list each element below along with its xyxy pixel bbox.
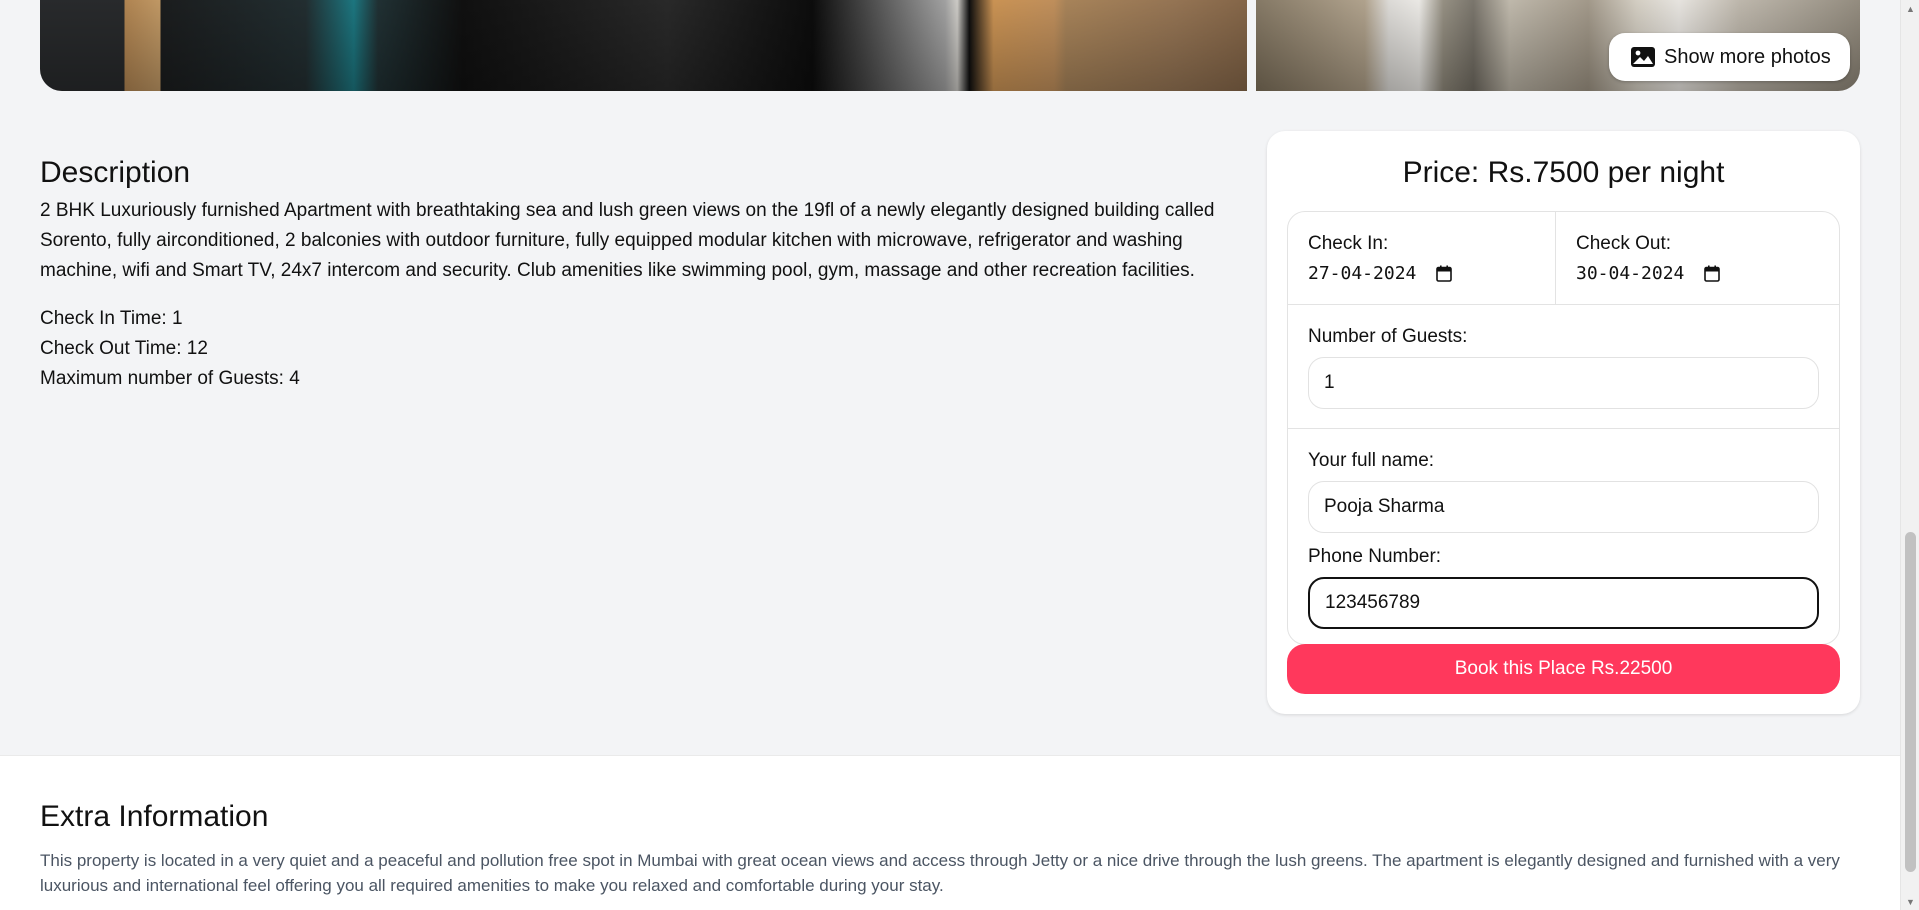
dates-row: Check In: 27-04-2024 Check Out: 30-04-20… bbox=[1288, 212, 1839, 305]
phone-label: Phone Number: bbox=[1308, 546, 1442, 567]
check-out-date-value: 30-04-2024 bbox=[1576, 263, 1685, 284]
extra-information-section: Extra Information This property is locat… bbox=[0, 755, 1900, 910]
side-photo[interactable]: Show more photos bbox=[1256, 0, 1860, 91]
check-in-date-input[interactable]: 27-04-2024 bbox=[1308, 263, 1555, 284]
stay-facts: Check In Time: 1 Check Out Time: 12 Maxi… bbox=[40, 304, 1250, 394]
show-more-photos-button[interactable]: Show more photos bbox=[1609, 33, 1850, 81]
guests-row: Number of Guests: bbox=[1288, 305, 1839, 429]
page-scrollbar[interactable]: ▲ ▼ bbox=[1900, 0, 1919, 910]
check-out-label: Check Out: bbox=[1576, 233, 1672, 254]
scroll-up-arrow[interactable]: ▲ bbox=[1901, 0, 1919, 17]
check-out-cell: Check Out: 30-04-2024 bbox=[1556, 212, 1839, 305]
guests-label: Number of Guests: bbox=[1308, 326, 1468, 347]
booking-form: Check In: 27-04-2024 Check Out: 30-04-20… bbox=[1287, 211, 1840, 645]
full-name-label: Your full name: bbox=[1308, 450, 1435, 471]
check-in-label: Check In: bbox=[1308, 233, 1389, 254]
max-guests: Maximum number of Guests: 4 bbox=[40, 368, 300, 389]
image-icon bbox=[1631, 47, 1655, 67]
price-per-night: Price: Rs.7500 per night bbox=[1402, 156, 1725, 189]
photo-gallery: Show more photos bbox=[40, 0, 1860, 91]
scrollbar-thumb[interactable] bbox=[1905, 532, 1916, 872]
check-in-time: Check In Time: 1 bbox=[40, 308, 183, 329]
extra-information-text: This property is located in a very quiet… bbox=[40, 851, 1840, 895]
full-name-input[interactable] bbox=[1308, 481, 1819, 533]
check-out-time: Check Out Time: 12 bbox=[40, 338, 208, 359]
description-title: Description bbox=[40, 156, 191, 189]
calendar-icon[interactable] bbox=[1704, 265, 1721, 282]
scroll-down-arrow[interactable]: ▼ bbox=[1901, 893, 1919, 910]
booking-widget: Price: Rs.7500 per night Check In: 27-04… bbox=[1267, 131, 1860, 714]
description-text: 2 BHK Luxuriously furnished Apartment wi… bbox=[40, 200, 1215, 281]
guests-input[interactable] bbox=[1308, 357, 1819, 409]
book-button[interactable]: Book this Place Rs.22500 bbox=[1287, 644, 1840, 694]
check-in-date-value: 27-04-2024 bbox=[1308, 263, 1417, 284]
extra-information-title: Extra Information bbox=[40, 800, 269, 833]
calendar-icon[interactable] bbox=[1436, 265, 1453, 282]
show-more-photos-label: Show more photos bbox=[1664, 45, 1831, 68]
description-section: Description 2 BHK Luxuriously furnished … bbox=[40, 156, 1250, 394]
check-out-date-input[interactable]: 30-04-2024 bbox=[1576, 263, 1839, 284]
contact-row: Your full name: Phone Number: bbox=[1288, 429, 1839, 629]
check-in-cell: Check In: 27-04-2024 bbox=[1288, 212, 1556, 305]
phone-input[interactable] bbox=[1308, 577, 1819, 629]
main-photo[interactable] bbox=[40, 0, 1247, 91]
